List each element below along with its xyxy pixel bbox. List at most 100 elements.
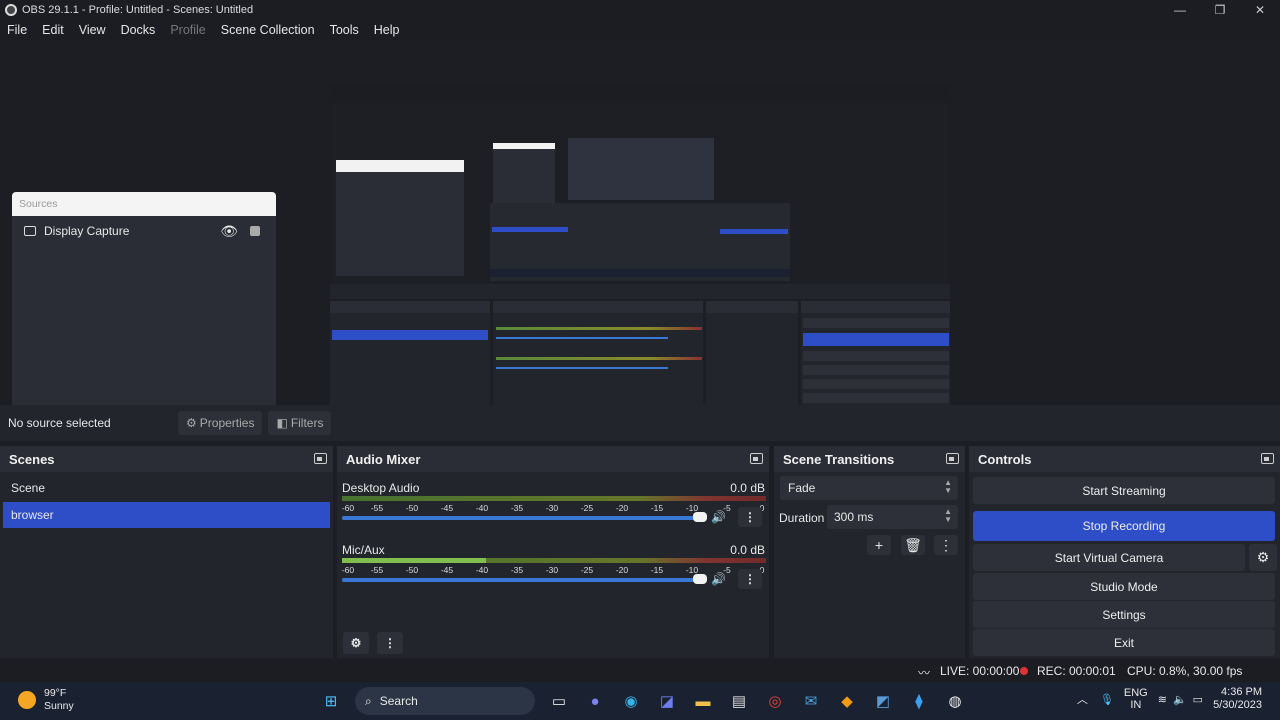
- advanced-audio-gear-button[interactable]: ⚙: [343, 632, 369, 654]
- menu-profile[interactable]: Profile: [170, 23, 205, 37]
- menu-docks[interactable]: Docks: [121, 23, 156, 37]
- lock-icon[interactable]: [250, 226, 260, 236]
- app-icon[interactable]: ◪: [654, 688, 680, 714]
- gear-icon: ⚙: [186, 416, 197, 430]
- exit-button[interactable]: Exit: [973, 629, 1275, 656]
- clock[interactable]: 4:36 PM 5/30/2023: [1213, 686, 1262, 712]
- meter-tick-label: -20: [615, 565, 629, 575]
- windows-taskbar: 99°F Sunny ⊞ ⌕ Search ▭ ● ◉ ◪ ▬ ▤ ◎ ✉ ◆ …: [0, 682, 1280, 720]
- mixer-menu-button[interactable]: ⋮: [377, 632, 403, 654]
- sources-header: Sources: [12, 192, 276, 216]
- undock-icon[interactable]: [1261, 453, 1274, 464]
- duration-input[interactable]: 300 ms ▲ ▼: [827, 505, 958, 529]
- meter-tick-label: -50: [405, 565, 419, 575]
- sublime-icon[interactable]: ◆: [834, 688, 860, 714]
- menu-file[interactable]: File: [7, 23, 27, 37]
- file-explorer-icon[interactable]: ▬: [690, 688, 716, 714]
- volume-slider[interactable]: [342, 516, 700, 520]
- source-item[interactable]: Display Capture 👁: [12, 216, 276, 246]
- speaker-icon[interactable]: 🔊: [711, 572, 726, 586]
- volume-slider-handle[interactable]: [693, 574, 707, 584]
- microphone-icon[interactable]: 🎙: [1100, 693, 1114, 706]
- meter-tick-label: -25: [580, 565, 594, 575]
- menu-view[interactable]: View: [79, 23, 106, 37]
- task-view-icon[interactable]: ▭: [546, 688, 572, 714]
- chrome-icon[interactable]: ◎: [762, 688, 788, 714]
- vscode-icon[interactable]: ⧫: [906, 688, 932, 714]
- chat-icon[interactable]: ●: [582, 688, 608, 714]
- weather-widget[interactable]: 99°F Sunny: [18, 687, 74, 713]
- stop-recording-button[interactable]: Stop Recording: [973, 511, 1275, 541]
- undock-icon[interactable]: [946, 453, 959, 464]
- lang-top: ENG: [1123, 687, 1148, 699]
- app2-icon[interactable]: ◩: [870, 688, 896, 714]
- meter-tick-label: -30: [545, 565, 559, 575]
- menu-edit[interactable]: Edit: [42, 23, 64, 37]
- virtual-camera-settings-gear-icon[interactable]: ⚙: [1249, 544, 1277, 571]
- sun-icon: [18, 691, 36, 709]
- spin-arrows-icon: ▲ ▼: [944, 507, 952, 524]
- transition-menu-button[interactable]: ⋮: [934, 535, 958, 555]
- channel-db: 0.0 dB: [730, 481, 765, 495]
- undock-icon[interactable]: [314, 453, 327, 464]
- edge-icon[interactable]: ◉: [618, 688, 644, 714]
- meter-tick-label: -60: [341, 503, 355, 513]
- scenes-title: Scenes: [9, 451, 55, 467]
- volume-meter: [342, 558, 766, 563]
- properties-button[interactable]: ⚙ Properties: [178, 411, 263, 435]
- volume-slider[interactable]: [342, 578, 700, 582]
- scene-item-scene[interactable]: Scene: [3, 475, 330, 501]
- windows-start-icon[interactable]: ⊞: [318, 688, 344, 714]
- undock-icon[interactable]: [750, 453, 763, 464]
- chevron-up-icon[interactable]: ︿: [1077, 691, 1088, 707]
- close-button[interactable]: ✕: [1240, 0, 1280, 20]
- controls-header: Controls: [969, 446, 1280, 472]
- system-tray: ︿ 🎙 ENG IN ≋ 🔈 ▭ 4:36 PM 5/30/2023: [1077, 686, 1262, 712]
- studio-mode-button[interactable]: Studio Mode: [973, 573, 1275, 600]
- speaker-icon[interactable]: 🔊: [711, 510, 726, 524]
- filters-button[interactable]: ◧ Filters: [268, 411, 332, 435]
- scene-item-browser[interactable]: browser: [3, 502, 330, 528]
- start-streaming-button[interactable]: Start Streaming: [973, 477, 1275, 504]
- search-icon: ⌕: [365, 693, 372, 708]
- weather-temp: 99°F: [44, 687, 67, 699]
- meter-tick-label: -35: [510, 565, 524, 575]
- audio-mixer-dock: Audio Mixer Desktop Audio 0.0 dB -60 -55 -…: [337, 446, 769, 658]
- notepad-icon[interactable]: ▤: [726, 688, 752, 714]
- taskbar-search[interactable]: ⌕ Search: [355, 687, 535, 715]
- language-indicator[interactable]: ENG IN: [1124, 687, 1148, 711]
- channel-menu-button[interactable]: ⋮: [738, 569, 762, 589]
- scene-transitions-title: Scene Transitions: [783, 451, 895, 467]
- volume-meter: [342, 496, 766, 501]
- volume-slider-handle[interactable]: [693, 512, 707, 522]
- settings-button[interactable]: Settings: [973, 601, 1275, 628]
- meter-tick-label: -50: [405, 503, 419, 513]
- maximize-button[interactable]: ❐: [1200, 0, 1240, 20]
- cpu-fps: CPU: 0.8%, 30.00 fps: [1127, 664, 1243, 678]
- volume-icon[interactable]: 🔈: [1173, 693, 1187, 706]
- start-virtual-camera-button[interactable]: Start Virtual Camera: [973, 544, 1245, 571]
- source-label: Display Capture: [44, 224, 130, 238]
- minimize-button[interactable]: —: [1160, 0, 1200, 20]
- eye-icon[interactable]: 👁: [220, 223, 238, 240]
- mixer-channel-mic-aux: Mic/Aux 0.0 dB -60 -55 -50 -45 -40 -35 -30 -25 -…: [337, 534, 769, 596]
- battery-icon[interactable]: ▭: [1193, 693, 1203, 706]
- menu-scene-collection[interactable]: Scene Collection: [221, 23, 315, 37]
- add-transition-button[interactable]: +: [867, 535, 891, 555]
- wifi-icon[interactable]: ≋: [1158, 693, 1167, 706]
- obs-taskbar-icon[interactable]: ◍: [942, 688, 968, 714]
- menu-help[interactable]: Help: [374, 23, 400, 37]
- scenes-header: Scenes: [0, 446, 333, 472]
- filter-icon: ◧: [276, 416, 288, 430]
- remove-transition-button[interactable]: 🗑: [901, 535, 925, 555]
- preview-canvas[interactable]: Sources Display Capture 👁: [0, 40, 1280, 438]
- controls-dock: Controls Start Streaming Stop Recording …: [969, 446, 1280, 658]
- channel-menu-button[interactable]: ⋮: [738, 507, 762, 527]
- mail-icon[interactable]: ✉: [798, 688, 824, 714]
- weather-desc: Sunny: [44, 700, 74, 712]
- meter-tick-label: -25: [580, 503, 594, 513]
- transition-select[interactable]: Fade ▲ ▼: [780, 476, 958, 500]
- menu-tools[interactable]: Tools: [330, 23, 359, 37]
- obs-logo-icon: [5, 4, 17, 16]
- scenes-dock: Scenes Scene browser: [0, 446, 333, 658]
